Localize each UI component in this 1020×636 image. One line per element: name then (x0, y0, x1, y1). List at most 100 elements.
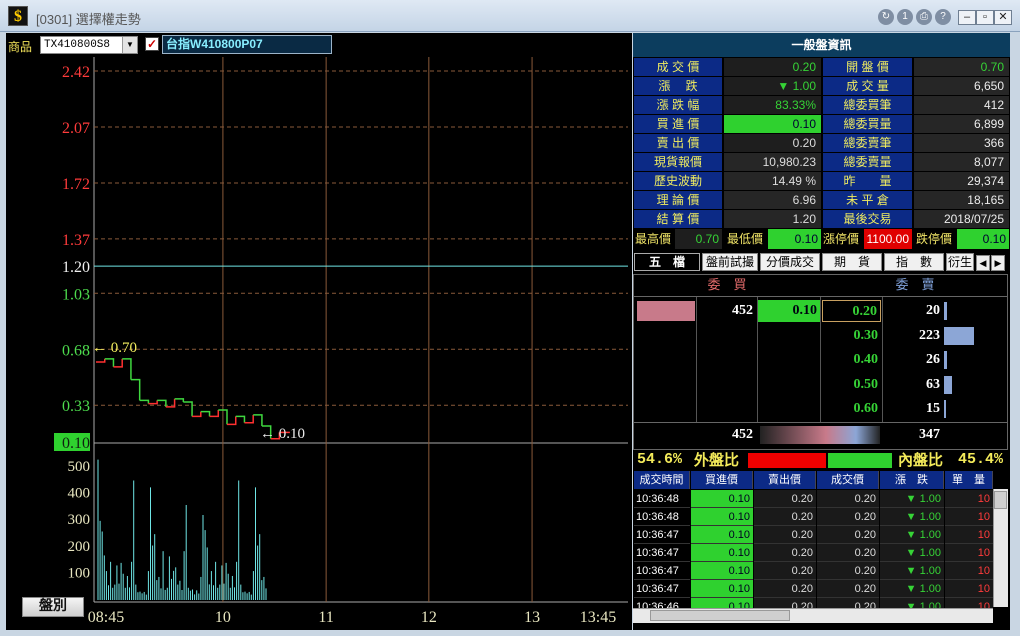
product-label: 商品 (8, 40, 33, 54)
trade-cell-price: 0.20 (817, 526, 879, 544)
price-line-segment (253, 414, 263, 427)
trade-cell-ask: 0.20 (754, 526, 816, 544)
trade-cell-qty: 10 (945, 526, 993, 544)
trade-cell-qty: 10 (945, 508, 993, 526)
ask-price: 0.20 (822, 300, 881, 322)
trade-column-header[interactable]: 單 量 (945, 471, 993, 489)
price-line-segment (130, 378, 141, 401)
bid-price: 0.10 (758, 300, 820, 322)
price-tick-label: 0.68 (62, 342, 90, 359)
help-icon[interactable]: ? (935, 9, 951, 25)
trade-cell-time: 10:36:48 (634, 490, 690, 508)
info-label: 總委買量 (823, 115, 912, 133)
info-value: 14.49 % (724, 172, 821, 190)
orderbook-column-divider (882, 297, 883, 422)
tab-1[interactable]: 盤前試撮 (702, 253, 758, 271)
x-tick-label: 08:45 (88, 609, 124, 626)
sync-checkbox[interactable]: ✓ (145, 37, 159, 51)
price-line-segment (200, 410, 211, 417)
price-tick-label: 1.37 (62, 232, 90, 249)
trade-hscroll-thumb[interactable] (650, 610, 790, 621)
price-line-segment (183, 401, 193, 417)
price-line-segment (227, 416, 237, 426)
trade-column-header[interactable]: 漲 跌 (880, 471, 944, 489)
day-high-annotation: ← 0.70 (92, 340, 137, 356)
price-line-segment (122, 358, 132, 380)
trade-cell-price: 0.20 (817, 508, 879, 526)
price-tick-label: 1.72 (62, 176, 90, 193)
info-value: ▼ 1.00 (724, 77, 821, 95)
session-toggle-button[interactable]: 盤別 (22, 597, 84, 617)
info-label: 總委賣量 (823, 153, 912, 171)
trade-cell-time: 10:36:47 (634, 580, 690, 598)
info-label: 成 交 價 (634, 58, 722, 76)
price-line-segment (148, 400, 158, 405)
price-line-segment (244, 414, 254, 424)
trade-cell-bid: 0.10 (691, 580, 753, 598)
tab-3[interactable]: 期 貨 (822, 253, 882, 271)
tab-scroll-right-icon[interactable]: ▶ (991, 255, 1005, 271)
ask-quantity: 15 (926, 401, 940, 416)
maximize-button[interactable]: ▫ (976, 10, 994, 25)
info-value: 0.20 (724, 134, 821, 152)
info-value: 83.33% (724, 96, 821, 114)
x-tick-label: 13:45 (580, 609, 616, 626)
outer-ratio-label: 外盤比 (694, 452, 740, 469)
inner-ratio-bar (828, 453, 892, 468)
trade-cell-price: 0.20 (817, 490, 879, 508)
refresh-icon[interactable]: ↻ (878, 9, 894, 25)
trade-column-header[interactable]: 買進價 (691, 471, 753, 489)
info-value: 6,650 (914, 77, 1009, 95)
info-value: 29,374 (914, 172, 1009, 190)
trade-cell-chg: ▼ 1.00 (880, 490, 944, 508)
trade-column-header[interactable]: 賣出價 (754, 471, 816, 489)
product-name-field[interactable]: 台指W410800P07 (162, 35, 332, 54)
limit-value: 0.70 (675, 229, 722, 249)
trade-cell-qty: 10 (945, 562, 993, 580)
ask-header: 委 賣 (895, 277, 935, 292)
trade-column-header[interactable]: 成交價 (817, 471, 879, 489)
price-line-segment (174, 398, 185, 403)
info-value: 412 (914, 96, 1009, 114)
tab-2[interactable]: 分價成交 (760, 253, 820, 271)
minimize-button[interactable]: ‒ (958, 10, 976, 25)
info-icon[interactable]: 1 (897, 9, 913, 25)
trade-cell-qty: 10 (945, 490, 993, 508)
ask-price: 0.40 (853, 352, 879, 367)
info-label: 買 進 價 (634, 115, 722, 133)
price-tick-label: 2.07 (62, 120, 90, 137)
info-value: 6,899 (914, 115, 1009, 133)
ask-quantity: 223 (919, 327, 940, 343)
info-label: 歷史波動 (634, 172, 722, 190)
trade-cell-chg: ▼ 1.00 (880, 544, 944, 562)
limit-label: 跌停價 (916, 232, 953, 246)
ask-price: 0.60 (853, 401, 879, 416)
trade-cell-ask: 0.20 (754, 508, 816, 526)
trade-cell-chg: ▼ 1.00 (880, 508, 944, 526)
volume-tick-label: 500 (68, 459, 91, 475)
info-value: 10,980.23 (724, 153, 821, 171)
price-volume-chart[interactable]: 08:45 10 11 12 13 13:45 2.42 2.07 1.72 1.37 1.20 1.… (6, 57, 632, 630)
trade-cell-chg: ▼ 1.00 (880, 526, 944, 544)
bid-header: 委 買 (707, 277, 747, 292)
trade-cell-price: 0.20 (817, 580, 879, 598)
print-icon[interactable]: ⎙ (916, 9, 932, 25)
trade-cell-time: 10:36:48 (634, 508, 690, 526)
price-line-segment (157, 399, 167, 407)
info-value: 0.70 (914, 58, 1009, 76)
ask-quantity: 20 (926, 303, 940, 318)
trade-column-header[interactable]: 成交時間 (634, 471, 690, 489)
tab-4[interactable]: 指 數 (884, 253, 944, 271)
trade-scroll-thumb[interactable] (994, 491, 1007, 509)
tab-0[interactable]: 五 檔 (634, 253, 700, 271)
ask-volume-bar (944, 302, 947, 320)
chevron-down-icon[interactable]: ▼ (122, 37, 137, 53)
info-label: 開 盤 價 (823, 58, 912, 76)
trade-cell-chg: ▼ 1.00 (880, 562, 944, 580)
info-value: 2018/07/25 (914, 210, 1009, 228)
tab-5[interactable]: 衍生 (946, 253, 974, 271)
info-value: 1.20 (724, 210, 821, 228)
info-label: 最後交易 (823, 210, 912, 228)
tab-scroll-left-icon[interactable]: ◀ (976, 255, 990, 271)
close-button[interactable]: ✕ (994, 10, 1012, 25)
